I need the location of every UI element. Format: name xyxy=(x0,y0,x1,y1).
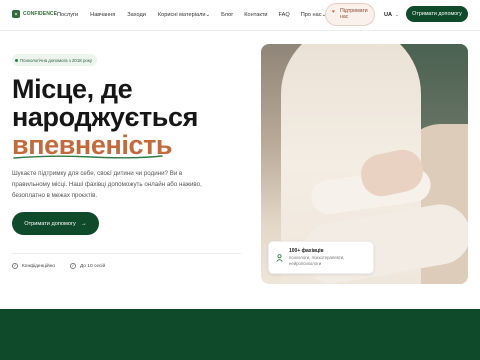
support-us-label-2: нас xyxy=(340,14,349,21)
specialists-count: 100+ фахівців xyxy=(289,248,324,254)
nav-item-resources-label: Корисні матеріали xyxy=(157,12,206,18)
feature-sessions-label: До 10 сесій xyxy=(80,263,106,269)
arrow-right-icon: → xyxy=(80,220,87,227)
get-help-label: Отримати допомогу xyxy=(24,220,76,227)
highlight-underline-icon xyxy=(13,155,163,159)
hero-title-line-1: Місце, де xyxy=(12,74,133,104)
since-badge: Психологічна допомога з 2018 року xyxy=(12,54,98,66)
nav-item-faq[interactable]: FAQ xyxy=(279,12,290,18)
get-help-header-button[interactable]: Отримати допомогу xyxy=(406,6,468,22)
support-us-button[interactable]: ♥ Підтримати нас xyxy=(325,3,375,26)
language-switcher[interactable]: UA ⌄ xyxy=(384,12,398,18)
feature-confidential-label: Конфіденційно xyxy=(22,263,56,269)
nav-item-about-label: Про нас xyxy=(300,12,322,18)
heart-icon: ♥ xyxy=(332,9,335,15)
feature-confidential: ✓ Конфіденційно xyxy=(12,263,55,269)
nav-item-blog[interactable]: Блог xyxy=(221,12,233,18)
badge-dot-icon xyxy=(15,58,18,62)
header-divider xyxy=(0,30,480,31)
logo-text: CONFIDENCE xyxy=(23,11,58,17)
nav-item-services[interactable]: Послуги xyxy=(57,12,78,18)
nav-item-resources[interactable]: Корисні матеріали⌄ xyxy=(158,12,210,18)
check-circle-icon: ✓ xyxy=(70,263,76,269)
since-badge-label: Психологічна допомога з 2018 року xyxy=(20,57,93,63)
hero-title-line-2: народжується xyxy=(12,102,198,132)
main-nav: Послуги Навчання Заходи Корисні матеріал… xyxy=(57,12,326,18)
nav-item-contacts[interactable]: Контакти xyxy=(244,12,267,18)
nav-item-events[interactable]: Заходи xyxy=(127,12,146,18)
logo-mark-icon xyxy=(12,10,20,18)
next-section-band xyxy=(0,309,480,360)
chevron-down-icon: ⌄ xyxy=(395,12,399,17)
specialists-types: психологи, психотерапевти, нейропсихолог… xyxy=(289,255,345,267)
logo[interactable]: CONFIDENCE xyxy=(12,10,57,18)
get-help-header-label: Отримати допомогу xyxy=(412,11,462,17)
person-icon xyxy=(276,254,283,262)
chevron-down-icon: ⌄ xyxy=(205,12,211,18)
feature-sessions: ✓ До 10 сесій xyxy=(70,263,105,269)
hero-divider xyxy=(12,253,241,254)
hero-lead-text: Шукаєте підтримку для себе, своєї дитини… xyxy=(12,170,202,199)
site-header: CONFIDENCE Послуги Навчання Заходи Корис… xyxy=(0,0,480,30)
get-help-button[interactable]: Отримати допомогу → xyxy=(12,212,99,235)
specialists-card: 100+ фахівців психологи, психотерапевти,… xyxy=(268,241,374,274)
check-circle-icon: ✓ xyxy=(12,263,18,269)
nav-item-training[interactable]: Навчання xyxy=(90,12,115,18)
nav-item-about[interactable]: Про нас⌄ xyxy=(301,12,326,18)
language-label: UA xyxy=(384,12,393,18)
